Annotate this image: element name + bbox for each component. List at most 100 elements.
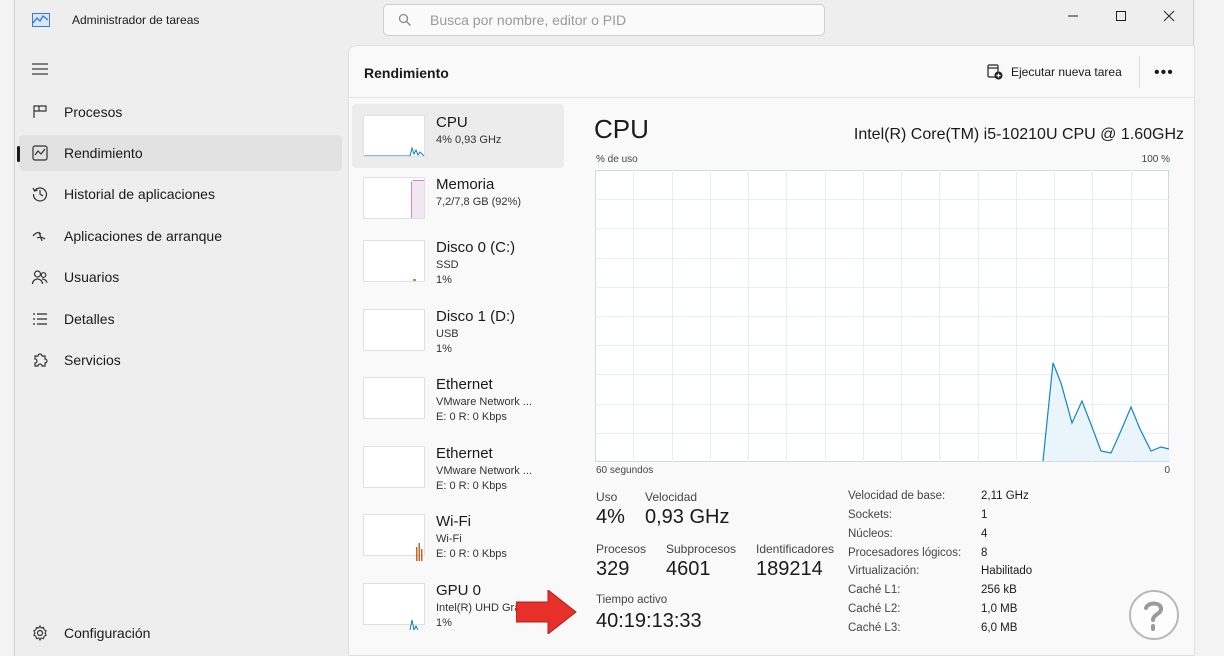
sparkline-bar (421, 549, 423, 561)
window-title: Administrador de tareas (72, 13, 200, 27)
red-arrow-icon (516, 590, 577, 634)
device-detail-2: 1% (436, 617, 452, 629)
sidebar-item-detalles[interactable]: Detalles (19, 301, 342, 337)
device-detail: VMware Network ... (436, 396, 532, 408)
page-title: Rendimiento (364, 65, 449, 81)
sparkline-line (364, 146, 425, 157)
device-thumbnail (363, 377, 425, 419)
detail-key: Virtualización: (848, 565, 920, 577)
cpu-usage-graph (595, 170, 1169, 462)
uso-value: 4% (596, 506, 625, 528)
minimize-button[interactable] (1049, 0, 1097, 32)
title-bar: Administrador de tareas (15, 0, 1193, 40)
run-new-task-button[interactable]: Ejecutar nueva tarea (987, 60, 1122, 84)
procesos-value: 329 (596, 558, 630, 580)
device-item-wifi[interactable]: Wi-Fi Wi-Fi E: 0 R: 0 Kbps (352, 503, 564, 567)
velocidad-label: Velocidad (645, 490, 698, 504)
device-thumbnail (363, 309, 425, 351)
sidebar-item-label: Historial de aplicaciones (64, 186, 215, 202)
puzzle-icon (34, 353, 48, 367)
settings-label: Configuración (64, 625, 151, 641)
device-detail-2: 1% (436, 343, 452, 355)
subprocesos-label: Subprocesos (666, 542, 737, 556)
graph-x-label: 60 segundos (596, 465, 654, 476)
device-thumbnail (363, 514, 425, 561)
device-name: Memoria (436, 176, 495, 193)
detail-key: Procesadores lógicos: (848, 547, 962, 559)
device-thumbnail (363, 240, 425, 282)
device-detail: Wi-Fi (436, 533, 462, 545)
sidebar-item-historial[interactable]: Historial de aplicaciones (19, 176, 342, 212)
detail-value: 8 (981, 547, 988, 559)
device-name: CPU (436, 114, 468, 131)
sidebar-item-servicios[interactable]: Servicios (19, 342, 342, 378)
detail-key: Núcleos: (848, 528, 893, 540)
sidebar-item-rendimiento[interactable]: Rendimiento (17, 135, 342, 171)
device-item-memoria[interactable]: Memoria 7,2/7,8 GB (92%) (352, 166, 564, 230)
more-options-icon[interactable]: ••• (1154, 64, 1174, 82)
sidebar-item-label: Rendimiento (64, 145, 143, 161)
detail-value: 256 kB (981, 584, 1017, 596)
detail-value: 4 (981, 528, 988, 540)
device-name: GPU 0 (436, 582, 482, 599)
device-item-ethernet-1[interactable]: Ethernet VMware Network ... E: 0 R: 0 Kb… (352, 366, 564, 430)
list-icon (33, 313, 47, 325)
sidebar: Procesos Rendimiento Historial de aplica… (15, 48, 347, 656)
search-icon (398, 13, 411, 26)
startup-icon (32, 231, 46, 242)
graph-x-min: 0 (1164, 465, 1170, 476)
content-panel: Rendimiento Ejecutar nueva tarea ••• CPU… (348, 45, 1195, 656)
tiempo-activo-label: Tiempo activo (596, 594, 668, 606)
close-button[interactable] (1145, 0, 1193, 32)
sidebar-item-procesos[interactable]: Procesos (19, 94, 342, 130)
sparkline-line (409, 619, 419, 632)
header-divider (1139, 56, 1140, 88)
run-task-icon (987, 64, 1003, 80)
device-detail-2: E: 0 R: 0 Kbps (436, 548, 507, 560)
run-task-label: Ejecutar nueva tarea (1011, 65, 1122, 79)
device-thumbnail (363, 115, 425, 157)
gear-icon (33, 624, 47, 642)
device-name: Ethernet (436, 376, 493, 393)
detail-key: Caché L2: (848, 603, 901, 615)
sidebar-item-label: Aplicaciones de arranque (64, 228, 222, 244)
device-detail-2: E: 0 R: 0 Kbps (436, 411, 507, 423)
cpu-model: Intel(R) Core(TM) i5-10210U CPU @ 1.60GH… (853, 126, 1184, 143)
content-header: Rendimiento Ejecutar nueva tarea ••• (349, 46, 1194, 98)
sidebar-item-usuarios[interactable]: Usuarios (19, 259, 342, 295)
sparkline-bar (416, 547, 418, 561)
detail-value: 1 (981, 509, 988, 521)
sidebar-item-configuracion[interactable]: Configuración (19, 615, 342, 651)
device-detail-2: 1% (436, 274, 452, 286)
active-indicator (17, 146, 20, 162)
device-sparkline (409, 619, 419, 632)
sidebar-item-arranque[interactable]: Aplicaciones de arranque (19, 218, 342, 254)
device-item-ethernet-2[interactable]: Ethernet VMware Network ... E: 0 R: 0 Kb… (352, 435, 564, 499)
task-manager-window: Administrador de tareas Procesos (14, 0, 1195, 656)
maximize-button[interactable] (1097, 0, 1145, 32)
device-detail: VMware Network ... (436, 465, 532, 477)
device-item-disco1[interactable]: Disco 1 (D:) USB 1% (352, 298, 564, 362)
search-box[interactable] (383, 4, 825, 36)
identificadores-label: Identificadores (756, 542, 835, 556)
tiempo-activo-value: 40:19:13:33 (596, 610, 702, 632)
hamburger-menu-icon[interactable] (31, 62, 49, 76)
watermark-logo-icon (1129, 590, 1179, 640)
identificadores-value: 189214 (756, 558, 823, 580)
velocidad-value: 0,93 GHz (645, 506, 730, 528)
device-item-disco0[interactable]: Disco 0 (C:) SSD 1% (352, 229, 564, 293)
detail-value: 6,0 MB (981, 622, 1018, 634)
search-input[interactable] (430, 10, 810, 30)
detail-key: Sockets: (848, 509, 893, 521)
device-name: Wi-Fi (436, 513, 471, 530)
device-item-cpu[interactable]: CPU 4% 0,93 GHz (352, 104, 564, 168)
grid-icon (33, 105, 47, 118)
sidebar-item-label: Procesos (64, 104, 123, 120)
task-manager-app-icon (32, 13, 50, 27)
close-icon (1163, 10, 1175, 22)
detail-key: Caché L1: (848, 584, 901, 596)
device-detail: USB (436, 328, 459, 340)
device-detail-2: E: 0 R: 0 Kbps (436, 480, 507, 492)
detail-value: 2,11 GHz (981, 490, 1029, 502)
device-sparkline (364, 146, 425, 157)
